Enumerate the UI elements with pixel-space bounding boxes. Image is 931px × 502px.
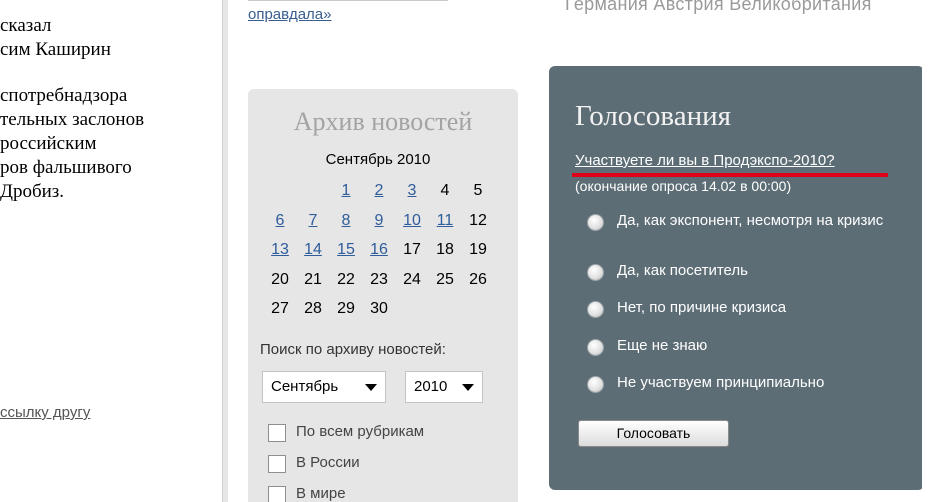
poll-question-link[interactable]: Участвуете ли вы в Продэкспо-2010? <box>575 152 835 169</box>
vote-button[interactable]: Голосовать <box>578 420 729 447</box>
calendar-day-18: 18 <box>436 241 454 258</box>
calendar-day-10[interactable]: 10 <box>396 208 428 234</box>
month-select-value: Сентябрь <box>271 378 339 395</box>
year-select[interactable]: 2010 <box>405 371 483 403</box>
top-divider <box>248 0 448 1</box>
article-line: сказал <box>0 15 52 36</box>
poll-option-label: Нет, по причине кризиса <box>617 299 787 316</box>
calendar-day-24: 24 <box>403 270 421 288</box>
calendar-day-29: 29 <box>337 300 355 317</box>
calendar-day-6[interactable]: 6 <box>264 208 296 234</box>
article-line: российским <box>0 133 97 154</box>
calendar-day-23: 23 <box>370 270 388 288</box>
calendar-day-13[interactable]: 13 <box>264 237 296 263</box>
radio-button[interactable] <box>587 339 604 356</box>
checkbox-box[interactable] <box>268 455 286 473</box>
article-line: сим Каширин <box>0 39 111 60</box>
article-text: сказал сим Каширин спотребнадзора тельны… <box>0 14 144 204</box>
article-line: спотребнадзора <box>0 85 128 106</box>
calendar-day-15[interactable]: 15 <box>330 237 362 263</box>
calendar-day-4: 4 <box>440 182 450 199</box>
calendar-day-30: 30 <box>370 300 388 317</box>
article-line: ров фальшивого <box>0 157 132 178</box>
calendar-day-5: 5 <box>473 182 483 199</box>
send-to-friend-link[interactable]: ссылку другу <box>0 404 90 421</box>
article-line: тельных заслонов <box>0 109 145 130</box>
calendar-day-27: 27 <box>271 300 289 317</box>
poll-option-label: Да, как посетитель <box>617 262 748 279</box>
calendar-day-21: 21 <box>304 270 322 288</box>
checkbox-box[interactable] <box>268 424 286 442</box>
left-column: сказал сим Каширин спотребнадзора тельны… <box>0 0 222 502</box>
calendar-day-9[interactable]: 9 <box>363 208 395 234</box>
calendar-day-8[interactable]: 8 <box>330 208 362 234</box>
calendar-day-14[interactable]: 14 <box>297 237 329 263</box>
article-link[interactable]: оправдала» <box>248 6 331 23</box>
checkbox-label: В России <box>296 454 360 471</box>
calendar-day-7[interactable]: 7 <box>297 208 329 234</box>
calendar-day-16[interactable]: 16 <box>363 237 395 263</box>
calendar-day-22: 22 <box>337 270 355 288</box>
news-archive-panel: Архив новостей Сентябрь 2010 1 2 3 4 5 6 7 8 9 10… <box>248 89 518 502</box>
checkbox-box[interactable] <box>268 486 286 502</box>
poll-deadline: (окончание опроса 14.02 в 00:00) <box>575 178 792 194</box>
calendar-month-label: Сентябрь 2010 <box>325 151 431 168</box>
archive-search-label: Поиск по архиву новостей: <box>260 341 446 358</box>
poll-title: Голосования <box>575 100 731 132</box>
calendar-day-28: 28 <box>304 300 322 317</box>
calendar-day-25: 25 <box>436 270 454 288</box>
archive-title: Архив новостей <box>293 107 473 136</box>
article-line: Дробиз. <box>0 181 65 202</box>
calendar-day-2[interactable]: 2 <box>363 178 395 204</box>
calendar-day-19: 19 <box>469 241 487 258</box>
chevron-down-icon <box>462 384 474 391</box>
countries-nav[interactable]: Германия Австрия Великобритания <box>565 0 872 15</box>
poll-option-label: Да, как экспонент, несмотря на кризис <box>617 212 884 229</box>
radio-button[interactable] <box>587 301 604 318</box>
radio-button[interactable] <box>587 214 604 231</box>
poll-panel: Голосования Участвуете ли вы в Продэкспо… <box>549 66 924 490</box>
chevron-down-icon <box>365 384 377 391</box>
checkbox-label: В мире <box>296 485 346 502</box>
year-select-value: 2010 <box>414 378 448 395</box>
poll-option-label: Еще не знаю <box>617 337 708 354</box>
calendar-day-17: 17 <box>403 241 421 258</box>
calendar-day-12: 12 <box>469 211 487 229</box>
calendar-day-20: 20 <box>271 270 289 288</box>
calendar-day-11[interactable]: 11 <box>429 208 461 234</box>
month-select[interactable]: Сентябрь <box>262 371 386 403</box>
calendar-day-3[interactable]: 3 <box>396 178 428 204</box>
column-divider <box>222 0 228 502</box>
radio-button[interactable] <box>587 264 604 281</box>
page-edge <box>922 0 931 502</box>
calendar-day-1[interactable]: 1 <box>330 178 362 204</box>
checkbox-label: По всем рубрикам <box>296 423 425 440</box>
red-annotation-underline <box>572 173 888 177</box>
radio-button[interactable] <box>587 376 604 393</box>
calendar-day-26: 26 <box>469 270 487 288</box>
poll-option-label: Не участвуем принципиально <box>617 374 825 391</box>
article-gap <box>0 62 144 84</box>
